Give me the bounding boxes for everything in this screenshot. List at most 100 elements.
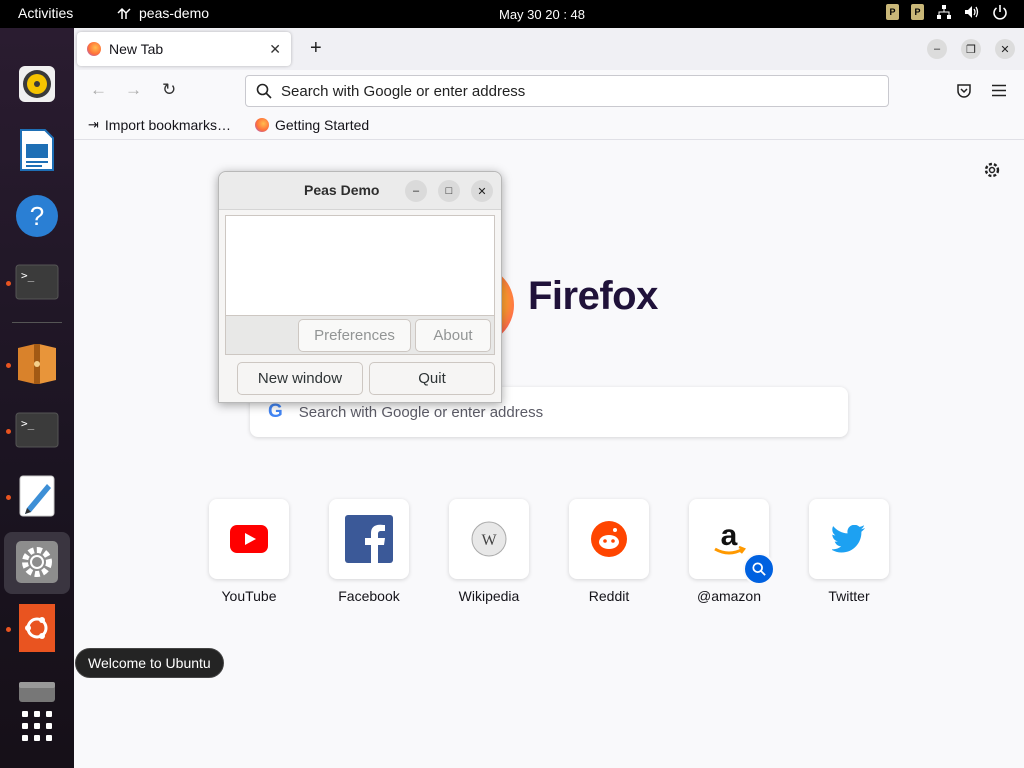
peas-maximize-button[interactable]: □: [438, 180, 460, 202]
running-indicator: [6, 495, 11, 500]
system-tray[interactable]: P P: [886, 4, 1008, 20]
shortcut-amazon[interactable]: a @amazon: [689, 499, 775, 604]
back-arrow-icon[interactable]: ←: [90, 80, 107, 100]
text-editor-icon: [19, 475, 55, 517]
text-editor-launcher[interactable]: [15, 474, 59, 518]
shortcut-label: @amazon: [696, 588, 762, 604]
app-menu-label: peas-demo: [139, 5, 210, 21]
preferences-button[interactable]: Preferences: [298, 319, 411, 352]
running-indicator: [6, 627, 11, 632]
firefox-favicon-icon: [255, 118, 269, 132]
peas-title: Peas Demo: [304, 182, 380, 198]
activities-button[interactable]: Activities: [18, 5, 73, 21]
svg-text:>_: >_: [21, 417, 35, 430]
about-button[interactable]: About: [415, 319, 491, 352]
terminal-icon: >_: [15, 412, 59, 448]
drive-icon: [19, 682, 55, 702]
files-icon: [18, 344, 56, 384]
shortcut-tile: W: [449, 499, 529, 579]
nav-bar: ← → ↻ Search with Google or enter addres…: [74, 70, 1024, 112]
svg-text:>_: >_: [21, 269, 35, 282]
terminal-launcher[interactable]: >_: [15, 260, 59, 304]
shortcut-youtube[interactable]: YouTube: [209, 499, 289, 604]
tab-new-tab[interactable]: New Tab ✕: [77, 32, 291, 66]
settings-gear-icon[interactable]: [983, 161, 1001, 179]
dock: ? >_ >_: [0, 28, 74, 768]
peas-close-button[interactable]: ✕: [471, 180, 493, 202]
facebook-icon: [345, 515, 393, 563]
peas-minimize-button[interactable]: –: [405, 180, 427, 202]
url-bar-placeholder: Search with Google or enter address: [281, 82, 526, 100]
firefox-wordmark: Firefox: [528, 274, 658, 318]
app-menu[interactable]: peas-demo: [116, 5, 209, 21]
shortcut-reddit[interactable]: Reddit: [569, 499, 649, 604]
peas-titlebar[interactable]: Peas Demo – □ ✕: [219, 172, 501, 210]
rhythmbox-icon: [19, 66, 55, 102]
youtube-icon: [230, 525, 268, 553]
shortcut-label: Facebook: [338, 588, 400, 604]
bookmark-getting-started[interactable]: Getting Started: [255, 117, 369, 133]
tray-app-icon-2[interactable]: P: [911, 4, 924, 20]
new-tab-button[interactable]: +: [310, 37, 322, 60]
twitter-icon: [832, 525, 865, 553]
close-window-button[interactable]: ✕: [995, 39, 1015, 59]
power-icon[interactable]: [992, 4, 1008, 20]
shortcut-label: Wikipedia: [458, 588, 520, 604]
running-indicator: [6, 429, 11, 434]
bookmarks-toolbar: ⇥ Import bookmarks… Getting Started: [74, 112, 1024, 140]
pocket-icon[interactable]: [956, 83, 972, 99]
shortcut-facebook[interactable]: Facebook: [329, 499, 409, 604]
new-window-button[interactable]: New window: [237, 362, 363, 395]
files-launcher[interactable]: [15, 342, 59, 386]
import-icon: ⇥: [88, 117, 99, 132]
writer-launcher[interactable]: [15, 128, 59, 172]
shortcut-wikipedia[interactable]: W Wikipedia: [449, 499, 529, 604]
help-launcher[interactable]: ?: [15, 194, 59, 238]
dock-tooltip: Welcome to Ubuntu: [75, 648, 224, 678]
volume-icon[interactable]: [964, 4, 980, 20]
peas-demo-window: Peas Demo – □ ✕ Preferences About New wi…: [218, 171, 502, 403]
top-bar: Activities peas-demo May 30 20 : 48 P P: [0, 0, 1024, 28]
shortcut-label: Reddit: [588, 588, 630, 604]
dock-separator: [12, 322, 62, 323]
bookmark-import[interactable]: ⇥ Import bookmarks…: [88, 117, 231, 133]
hamburger-menu-icon[interactable]: [992, 84, 1006, 97]
clock[interactable]: May 30 20 : 48: [499, 7, 585, 22]
restore-button[interactable]: ❐: [961, 39, 981, 59]
firefox-favicon-icon: [87, 42, 101, 56]
search-icon: [256, 83, 272, 99]
app-grid-icon: [22, 711, 52, 741]
url-bar[interactable]: Search with Google or enter address: [245, 75, 889, 107]
shortcut-tile: a: [689, 499, 775, 585]
running-indicator: [6, 363, 11, 368]
forward-arrow-icon[interactable]: →: [125, 80, 142, 100]
reload-icon[interactable]: ↻: [162, 80, 176, 100]
libreoffice-writer-icon: [20, 129, 54, 171]
settings-launcher[interactable]: [15, 540, 59, 584]
help-icon: ?: [16, 195, 58, 237]
dock-tooltip-label: Welcome to Ubuntu: [88, 655, 211, 671]
tray-app-icon-1[interactable]: P: [886, 4, 899, 20]
shortcut-label: YouTube: [221, 588, 277, 604]
rhythmbox-launcher[interactable]: [15, 62, 59, 106]
app-menu-icon: [117, 7, 131, 19]
search-placeholder: Search with Google or enter address: [298, 403, 544, 421]
plugin-list[interactable]: [225, 215, 495, 315]
bookmark-label: Import bookmarks…: [104, 117, 231, 133]
svg-text:a: a: [721, 519, 738, 552]
amazon-icon: a: [714, 519, 746, 555]
shortcut-twitter[interactable]: Twitter: [809, 499, 889, 604]
minimize-button[interactable]: –: [927, 39, 947, 59]
google-icon: G: [268, 401, 283, 422]
wikipedia-icon: W: [471, 521, 507, 557]
show-apps-button[interactable]: [15, 704, 59, 748]
bookmark-label: Getting Started: [275, 117, 370, 133]
terminal-launcher-2[interactable]: >_: [15, 408, 59, 452]
shortcut-tile: [569, 499, 649, 579]
search-shortcut-badge: [743, 553, 775, 585]
quit-button[interactable]: Quit: [369, 362, 495, 395]
tab-close-icon[interactable]: ✕: [269, 41, 281, 58]
svg-text:?: ?: [30, 201, 44, 231]
ubuntu-welcome-launcher[interactable]: [15, 604, 59, 652]
network-icon[interactable]: [936, 4, 952, 20]
